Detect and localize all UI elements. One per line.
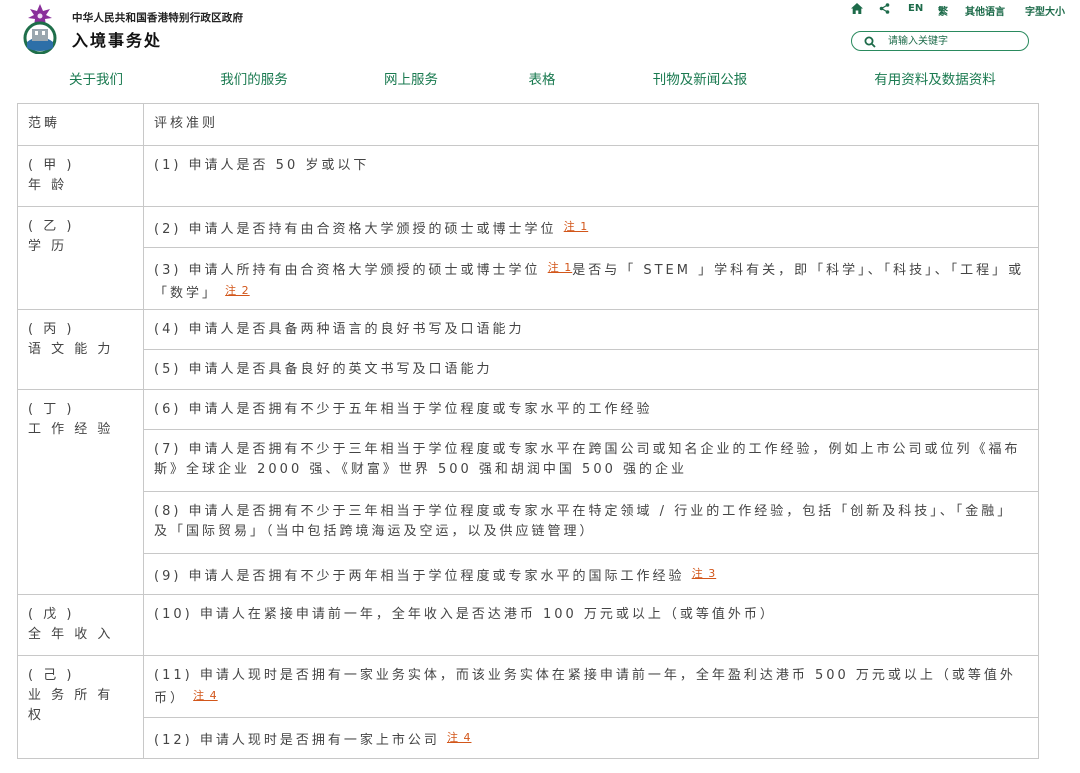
search-input[interactable]: [888, 34, 1024, 49]
table-row: ( 丁 ) 工 作 经 验 (6) 申请人是否拥有不少于五年相当于学位程度或专家…: [17, 389, 1039, 595]
home-icon[interactable]: [851, 3, 863, 17]
criterion-7: (7) 申请人是否拥有不少于三年相当于学位程度或专家水平在跨国公司或知名企业的工…: [143, 429, 1039, 492]
nav-online-services[interactable]: 网上服务: [384, 68, 438, 88]
utility-bar: EN 繁 其他语言 字型大小: [848, 3, 1070, 18]
note-1-link[interactable]: 注 1: [564, 220, 589, 233]
category-language: ( 丙 ) 语 文 能 力: [17, 309, 144, 390]
table-row: (8) 申请人是否拥有不少于三年相当于学位程度或专家水平在特定领域 / 行业的工…: [18, 491, 1039, 554]
nav-about-us[interactable]: 关于我们: [69, 68, 123, 88]
table-row: (5) 申请人是否具备良好的英文书写及口语能力: [18, 349, 1039, 390]
criterion-5: (5) 申请人是否具备良好的英文书写及口语能力: [143, 349, 1039, 390]
category-education: ( 乙 ) 学 历: [17, 206, 144, 310]
search-icon[interactable]: [864, 36, 876, 48]
table-row: (7) 申请人是否拥有不少于三年相当于学位程度或专家水平在跨国公司或知名企业的工…: [18, 429, 1039, 492]
criterion-3: (3) 申请人所持有由合资格大学颁授的硕士或博士学位 注 1是否与「 STEM …: [143, 247, 1039, 310]
nav-our-services[interactable]: 我们的服务: [220, 68, 288, 88]
table-row: ( 戊 ) 全 年 收 入 (10) 申请人在紧接申请前一年，全年收入是否达港币…: [17, 594, 1039, 656]
criterion-12: (12) 申请人现时是否拥有一家上市公司 注 4: [143, 717, 1039, 759]
note-2-link[interactable]: 注 2: [225, 284, 250, 297]
category-work-experience: ( 丁 ) 工 作 经 验: [17, 389, 144, 595]
other-languages-link[interactable]: 其他语言: [965, 3, 1005, 18]
nav-forms[interactable]: 表格: [529, 68, 556, 88]
criterion-9: (9) 申请人是否拥有不少于两年相当于学位程度或专家水平的国际工作经验 注 3: [143, 553, 1039, 595]
table-row: (12) 申请人现时是否拥有一家上市公司 注 4: [18, 717, 1039, 759]
font-size-link[interactable]: 字型大小: [1025, 3, 1065, 18]
note-4-link[interactable]: 注 4: [193, 689, 218, 702]
criterion-10: (10) 申请人在紧接申请前一年，全年收入是否达港币 100 万元或以上（或等值…: [143, 594, 1039, 656]
nav-useful-info-data[interactable]: 有用资料及数据资料: [874, 68, 996, 88]
lang-trad-link[interactable]: 繁: [938, 3, 948, 18]
search-box[interactable]: [851, 31, 1029, 51]
note-3-link[interactable]: 注 3: [692, 567, 717, 580]
table-row: ( 乙 ) 学 历 (2) 申请人是否持有由合资格大学颁授的硕士或博士学位 注 …: [17, 206, 1039, 310]
site-header: 中华人民共和国香港特别行政区政府 入境事务处 EN 繁 其他语言 字型大小: [0, 0, 1080, 62]
category-age: ( 甲 ) 年 龄: [17, 145, 144, 207]
note-1-link[interactable]: 注 1: [548, 261, 573, 274]
department-name[interactable]: 入境事务处: [72, 27, 162, 51]
criterion-8: (8) 申请人是否拥有不少于三年相当于学位程度或专家水平在特定领域 / 行业的工…: [143, 491, 1039, 554]
criterion-4: (4) 申请人是否具备两种语言的良好书写及口语能力: [143, 309, 1039, 350]
category-business-ownership: ( 己 ) 业 务 所 有 权: [17, 655, 144, 759]
table-row: ( 甲 ) 年 龄 (1) 申请人是否 50 岁或以下: [17, 145, 1039, 207]
criterion-11: (11) 申请人现时是否拥有一家业务实体，而该业务实体在紧接申请前一年，全年盈利…: [143, 655, 1039, 718]
lang-en-link[interactable]: EN: [908, 3, 923, 14]
nav-publications-press[interactable]: 刊物及新闻公报: [653, 68, 748, 88]
table-row: (9) 申请人是否拥有不少于两年相当于学位程度或专家水平的国际工作经验 注 3: [18, 553, 1039, 595]
table-row: ( 丙 ) 语 文 能 力 (4) 申请人是否具备两种语言的良好书写及口语能力: [17, 309, 1039, 390]
criteria-table: 范畴 评核准则 ( 甲 ) 年 龄 (1) 申请人是否 50 岁或以下 ( 乙 …: [17, 103, 1039, 759]
header-criteria: 评核准则: [143, 103, 1039, 146]
main-nav: 关于我们 我们的服务 网上服务 表格 刊物及新闻公报 有用资料及数据资料: [0, 68, 1080, 92]
criterion-1: (1) 申请人是否 50 岁或以下: [143, 145, 1039, 207]
table-row: ( 己 ) 业 务 所 有 权 (11) 申请人现时是否拥有一家业务实体，而该业…: [17, 655, 1039, 759]
government-name: 中华人民共和国香港特别行政区政府: [72, 12, 244, 24]
share-icon[interactable]: [879, 3, 890, 17]
table-row: (3) 申请人所持有由合资格大学颁授的硕士或博士学位 注 1是否与「 STEM …: [18, 247, 1039, 310]
immigration-emblem-icon[interactable]: [17, 2, 63, 54]
category-annual-income: ( 戊 ) 全 年 收 入: [17, 594, 144, 656]
note-4-link[interactable]: 注 4: [447, 731, 472, 744]
table-header-row: 范畴 评核准则: [17, 103, 1039, 146]
criterion-2: (2) 申请人是否持有由合资格大学颁授的硕士或博士学位 注 1: [143, 206, 1039, 248]
header-category: 范畴: [17, 103, 144, 146]
criterion-6: (6) 申请人是否拥有不少于五年相当于学位程度或专家水平的工作经验: [143, 389, 1039, 430]
